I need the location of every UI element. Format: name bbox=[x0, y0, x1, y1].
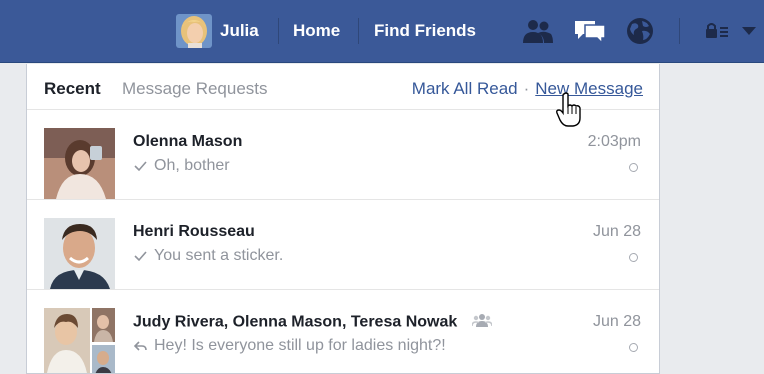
conversation-name: Henri Rousseau bbox=[133, 223, 255, 240]
divider bbox=[358, 18, 359, 44]
conversation-time: Jun 28 bbox=[592, 313, 641, 330]
conversation-snippet: Hey! Is everyone still up for ladies nig… bbox=[133, 337, 446, 355]
divider bbox=[679, 18, 680, 44]
new-message-link[interactable]: New Message bbox=[535, 79, 643, 99]
friends-icon[interactable] bbox=[521, 16, 555, 46]
snippet-text: You sent a sticker. bbox=[154, 247, 284, 264]
notifications-globe-icon[interactable] bbox=[623, 16, 657, 46]
hand-cursor-icon bbox=[556, 92, 582, 133]
conversation-name: Olenna Mason bbox=[133, 133, 243, 150]
nav-link-home[interactable]: Home bbox=[293, 21, 340, 41]
mark-as-read-toggle[interactable] bbox=[629, 343, 638, 352]
conversation-name-text: Judy Rivera, Olenna Mason, Teresa Nowak bbox=[133, 313, 458, 331]
privacy-shortcuts-icon[interactable] bbox=[700, 16, 734, 46]
messages-icon[interactable] bbox=[573, 16, 607, 46]
mark-as-read-toggle[interactable] bbox=[629, 163, 638, 172]
conversation-snippet: Oh, bother bbox=[133, 157, 230, 175]
avatar bbox=[44, 128, 115, 199]
conversation-row[interactable]: Henri Rousseau You sent a sticker. Jun 2… bbox=[27, 200, 659, 290]
header-actions: Mark All Read · New Message bbox=[412, 79, 643, 99]
conversation-time: Jun 28 bbox=[592, 223, 641, 240]
conversation-snippet: You sent a sticker. bbox=[133, 247, 283, 265]
avatar bbox=[44, 218, 115, 289]
avatar bbox=[176, 14, 212, 48]
group-conversation-icon bbox=[470, 313, 493, 332]
avatar bbox=[44, 308, 115, 373]
reply-icon bbox=[133, 339, 148, 353]
conversation-row[interactable]: Judy Rivera, Olenna Mason, Teresa Nowak … bbox=[27, 290, 659, 373]
separator-dot: · bbox=[523, 79, 530, 98]
tab-recent[interactable]: Recent bbox=[44, 79, 101, 99]
top-navigation-bar: Julia Home Find Friends bbox=[0, 0, 764, 63]
snippet-text: Oh, bother bbox=[154, 157, 230, 174]
conversation-name: Judy Rivera, Olenna Mason, Teresa Nowak bbox=[133, 313, 493, 332]
profile-name: Julia bbox=[220, 21, 259, 40]
divider bbox=[278, 18, 279, 44]
mark-all-read-link[interactable]: Mark All Read bbox=[412, 79, 518, 99]
check-icon bbox=[133, 249, 148, 263]
check-icon bbox=[133, 159, 148, 173]
nav-link-find-friends[interactable]: Find Friends bbox=[374, 21, 476, 41]
page-background bbox=[660, 64, 764, 374]
tab-message-requests[interactable]: Message Requests bbox=[122, 79, 268, 99]
mark-as-read-toggle[interactable] bbox=[629, 253, 638, 262]
snippet-text: Hey! Is everyone still up for ladies nig… bbox=[154, 337, 446, 354]
account-menu-caret-icon[interactable] bbox=[736, 16, 762, 46]
conversation-time: 2:03pm bbox=[587, 133, 641, 150]
profile-link[interactable]: Julia bbox=[176, 14, 259, 48]
